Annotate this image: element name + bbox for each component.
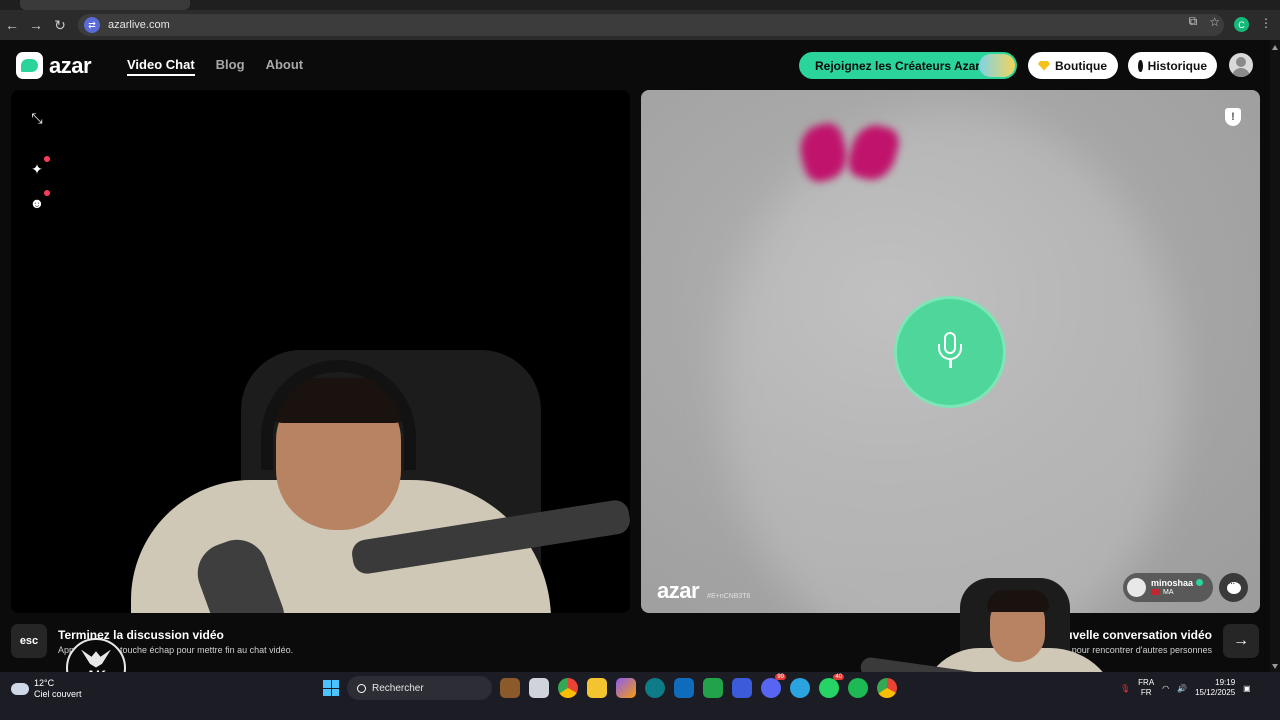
spotify-icon[interactable]	[848, 678, 868, 698]
streaming-app-icon[interactable]	[703, 678, 723, 698]
chrome-icon[interactable]	[558, 678, 578, 698]
effects-sparkle-icon[interactable]: ✦	[28, 156, 50, 178]
voice-only-mic-button[interactable]	[894, 296, 1006, 408]
weather-temperature: 12°C	[34, 678, 55, 688]
clock-time: 19:19	[1215, 678, 1236, 687]
file-explorer-icon[interactable]	[587, 678, 607, 698]
nav-blog[interactable]: Blog	[216, 57, 245, 76]
creators-illustration-icon	[979, 54, 1015, 77]
peer-country: MA	[1151, 589, 1203, 596]
back-icon[interactable]: ←	[0, 13, 24, 37]
chat-button[interactable]	[1219, 573, 1248, 602]
eagle-icon	[81, 649, 111, 668]
bookmark-star-icon[interactable]: ☆	[1209, 15, 1220, 29]
morocco-flag-icon	[1151, 589, 1160, 596]
local-camera-feed	[111, 340, 630, 613]
weather-condition: Ciel couvert	[34, 688, 82, 699]
windows-taskbar: 12°C Ciel couvert Rechercher 99 40 🎙 FRA…	[0, 672, 1280, 720]
nav-video-chat[interactable]: Video Chat	[127, 57, 195, 76]
minimize-video-icon[interactable]: ⤡	[28, 109, 46, 127]
historique-button[interactable]: Historique	[1128, 52, 1217, 79]
notification-icon[interactable]: ▣	[1243, 684, 1251, 693]
forward-icon[interactable]: →	[24, 13, 48, 37]
microphone-icon	[935, 332, 965, 372]
proton-vpn-icon[interactable]	[732, 678, 752, 698]
scroll-down-icon[interactable]	[1272, 664, 1278, 669]
wifi-icon[interactable]: ◠	[1162, 684, 1169, 693]
taskbar-clock[interactable]: 19:19 15/12/2025	[1195, 678, 1235, 699]
watermark-id: #E+nCNB3T6	[707, 593, 751, 600]
whatsapp-icon[interactable]: 40	[819, 674, 844, 698]
site-header: azar Video Chat Blog About Rejoignez les…	[0, 40, 1270, 90]
windows-start-icon[interactable]	[323, 680, 339, 696]
remote-video-panel: ! azar #E+nCNB3T6 minoshaa MA	[641, 90, 1260, 613]
join-creators-button[interactable]: Rejoignez les Créateurs Azar	[799, 52, 1017, 79]
whatsapp-badge: 40	[833, 674, 844, 680]
chrome-profile-icon[interactable]	[877, 678, 897, 698]
user-avatar[interactable]	[1229, 53, 1253, 77]
browser-menu-icon[interactable]: ⋮	[1260, 16, 1272, 30]
cloud-icon	[11, 682, 29, 695]
azar-logo-text: azar	[49, 52, 92, 78]
clock-icon	[1138, 59, 1145, 72]
scroll-up-icon[interactable]	[1272, 45, 1278, 50]
discord-icon[interactable]: 99	[761, 674, 786, 698]
boutique-label: Boutique	[1055, 58, 1107, 73]
widget-game-icon[interactable]	[500, 678, 520, 698]
chat-bubble-icon	[1226, 578, 1241, 594]
reload-icon[interactable]: ↻	[48, 13, 72, 37]
mask-notification-dot	[44, 190, 50, 196]
historique-label: Historique	[1147, 58, 1207, 73]
mask-filter-icon[interactable]: ☻	[28, 190, 50, 212]
join-creators-label: Rejoignez les Créateurs Azar	[815, 58, 980, 73]
taskbar-search[interactable]: Rechercher	[347, 676, 492, 700]
verified-icon	[1196, 579, 1204, 587]
taskbar-search-label: Rechercher	[372, 682, 424, 694]
report-shield-icon[interactable]: !	[1225, 108, 1241, 126]
language-indicator[interactable]: FRA FR	[1138, 678, 1154, 699]
url-text: azarlive.com	[108, 19, 170, 31]
telegram-icon[interactable]	[790, 678, 810, 698]
pink-bow-shape	[794, 120, 903, 185]
next-arrow-button[interactable]: →	[1223, 624, 1259, 658]
azar-logo[interactable]: azar	[16, 52, 92, 79]
page-scrollbar[interactable]	[1270, 40, 1280, 672]
browser-active-tab[interactable]	[20, 0, 190, 10]
site-info-icon[interactable]: ⇄	[84, 17, 100, 33]
task-view-icon[interactable]	[529, 678, 549, 698]
address-bar-actions: ⧉ ☆	[1189, 14, 1220, 29]
diamond-icon	[1038, 60, 1050, 71]
main-nav: Video Chat Blog About	[127, 57, 303, 76]
copilot-icon[interactable]	[616, 678, 636, 698]
mic-tray-icon[interactable]: 🎙	[1120, 684, 1130, 693]
volume-icon[interactable]: 🔊	[1177, 684, 1187, 693]
browser-tabstrip	[0, 0, 1280, 10]
local-video-panel: ⤡ ✦ ☻	[11, 90, 630, 613]
taskbar-apps: 99 40	[500, 674, 897, 698]
outlook-icon[interactable]	[674, 678, 694, 698]
webcam-hair	[987, 590, 1049, 612]
clock-date: 15/12/2025	[1195, 688, 1236, 698]
system-tray: 🎙 FRA FR ◠ 🔊 19:19 15/12/2025 ▣	[1120, 678, 1251, 699]
install-app-icon[interactable]: ⧉	[1189, 14, 1198, 29]
esc-key-button[interactable]: esc	[11, 624, 47, 658]
weather-widget[interactable]: 12°C Ciel couvert	[11, 678, 82, 700]
watermark-logo: azar	[657, 578, 700, 603]
browser-profile-icon[interactable]: C	[1234, 17, 1249, 32]
search-icon	[357, 683, 366, 693]
address-bar[interactable]: ⇄ azarlive.com	[78, 14, 1224, 36]
discord-badge: 99	[775, 674, 786, 680]
effects-notification-dot	[44, 156, 50, 162]
peer-name: minoshaa	[1151, 578, 1204, 589]
azar-watermark: azar #E+nCNB3T6	[657, 578, 750, 604]
boutique-button[interactable]: Boutique	[1028, 52, 1118, 79]
azar-logo-icon	[16, 52, 43, 79]
nav-about[interactable]: About	[266, 57, 304, 76]
edge-icon[interactable]	[645, 678, 665, 698]
